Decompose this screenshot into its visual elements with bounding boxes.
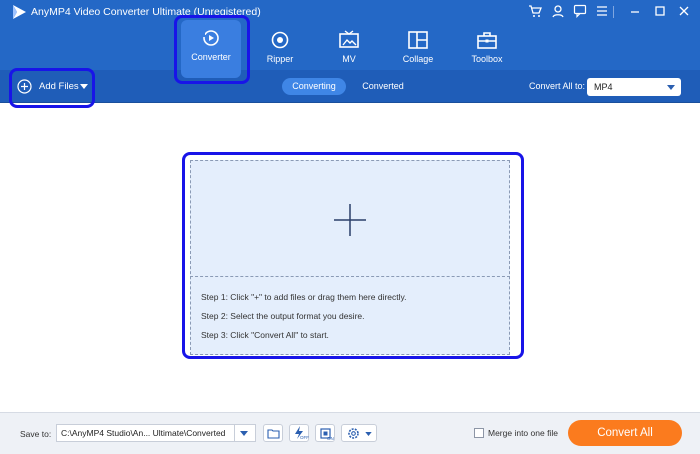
converter-highlight <box>174 15 250 84</box>
gpu-accel-on-button[interactable]: ON <box>315 424 335 442</box>
save-path-value: C:\AnyMP4 Studio\An... Ultimate\Converte… <box>61 428 226 438</box>
minimize-icon[interactable] <box>627 4 643 20</box>
title-divider <box>613 6 614 18</box>
format-value: MP4 <box>594 82 613 92</box>
tab-toolbox-label: Toolbox <box>471 54 503 64</box>
save-path-divider <box>234 425 235 441</box>
user-icon[interactable] <box>550 4 566 20</box>
on-label: ON <box>327 436 334 441</box>
chevron-down-icon[interactable] <box>240 431 248 436</box>
tab-collage-label: Collage <box>402 54 434 64</box>
tab-ripper[interactable]: Ripper <box>250 22 310 80</box>
convert-all-button[interactable]: Convert All <box>568 420 682 446</box>
settings-button[interactable] <box>341 424 377 442</box>
merge-label: Merge into one file <box>488 428 558 438</box>
merge-checkbox[interactable] <box>474 428 484 438</box>
folder-icon <box>267 429 280 439</box>
save-path-field[interactable]: C:\AnyMP4 Studio\An... Ultimate\Converte… <box>56 424 256 442</box>
convert-all-to-label: Convert All to: <box>529 81 586 91</box>
off-label: OFF <box>300 435 309 440</box>
tab-converted[interactable]: Converted <box>353 78 413 95</box>
tab-toolbox[interactable]: Toolbox <box>457 22 517 80</box>
chevron-down-icon <box>667 85 675 90</box>
close-icon[interactable] <box>676 4 692 20</box>
hardware-accel-off-button[interactable]: OFF <box>289 424 309 442</box>
tab-ripper-label: Ripper <box>266 54 294 64</box>
mv-icon <box>339 30 359 48</box>
add-files-highlight <box>9 68 95 108</box>
app-logo-icon <box>13 5 26 19</box>
cart-icon[interactable] <box>527 4 543 20</box>
ripper-icon <box>271 31 289 49</box>
chevron-down-icon <box>365 432 372 436</box>
tab-converting[interactable]: Converting <box>282 78 346 95</box>
collage-icon <box>408 31 428 49</box>
drop-zone-highlight <box>182 152 524 359</box>
format-select[interactable]: MP4 <box>587 78 681 96</box>
tab-mv[interactable]: MV <box>319 22 379 80</box>
maximize-icon[interactable] <box>652 4 668 20</box>
menu-icon[interactable] <box>594 4 610 20</box>
open-folder-button[interactable] <box>263 424 283 442</box>
toolbox-icon <box>477 32 497 49</box>
tab-collage[interactable]: Collage <box>388 22 448 80</box>
tab-mv-label: MV <box>342 54 356 64</box>
save-to-label: Save to: <box>20 429 52 439</box>
feedback-icon[interactable] <box>572 4 588 20</box>
gear-icon <box>348 428 359 439</box>
